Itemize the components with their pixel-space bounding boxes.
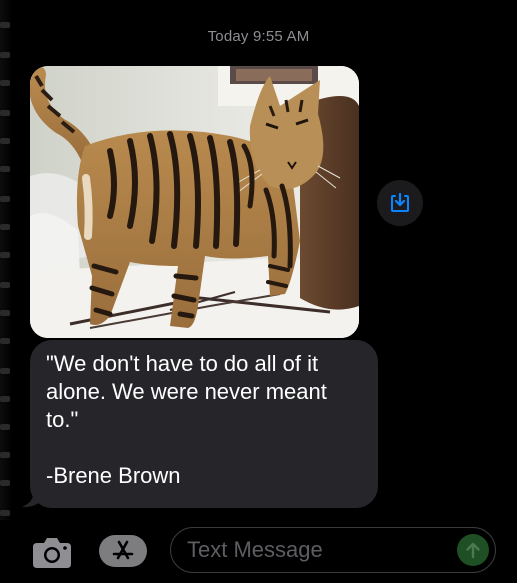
- message-line: to.": [46, 407, 79, 432]
- camera-button[interactable]: [31, 535, 73, 569]
- cat-photo-message[interactable]: [30, 66, 359, 338]
- text-message-input[interactable]: [187, 528, 437, 571]
- message-line: "We don't have to do all of it: [46, 351, 319, 376]
- app-store-icon: [112, 540, 134, 560]
- send-arrow-icon: [466, 542, 480, 559]
- app-store-button[interactable]: [99, 535, 147, 567]
- quote-message-bubble[interactable]: "We don't have to do all of it alone. We…: [30, 340, 378, 508]
- save-to-files-icon: [391, 192, 409, 212]
- save-image-button[interactable]: [377, 180, 423, 226]
- conversation-timestamp: Today 9:55 AM: [207, 28, 310, 45]
- cat-photo: [30, 66, 359, 338]
- text-message-field[interactable]: [170, 527, 496, 573]
- message-attribution: -Brene Brown: [46, 463, 181, 488]
- camera-icon: [33, 538, 71, 568]
- messages-screen: Today 9:55 AM "We don't have to do all o…: [0, 0, 517, 583]
- send-button[interactable]: [457, 534, 489, 566]
- previous-view-edge: [0, 0, 12, 583]
- message-line: alone. We were never meant: [46, 379, 327, 404]
